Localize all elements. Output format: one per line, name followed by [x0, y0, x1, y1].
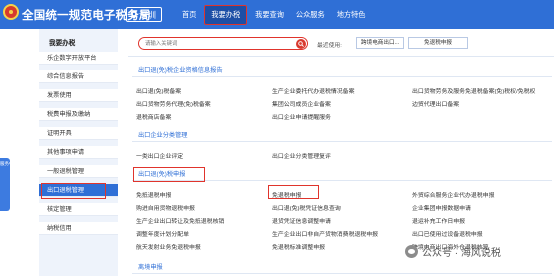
- section-declaration-highlight: [133, 167, 205, 182]
- sidebar-item-general-refund[interactable]: 一般退税管理: [39, 165, 118, 178]
- nav-local-features[interactable]: 地方特色: [331, 0, 372, 29]
- search-button[interactable]: [296, 39, 306, 49]
- section-title-departure: 离境申报: [132, 262, 552, 274]
- location-pin-icon: [131, 10, 137, 19]
- nav-query[interactable]: 我要查询: [249, 0, 290, 29]
- sidebar-item-export-refund[interactable]: 出口退税管理: [39, 183, 118, 199]
- link-group-record[interactable]: 集团公司成员企业备案: [272, 99, 331, 108]
- link-used-equipment[interactable]: 出口已使用过设备退税申报: [412, 229, 483, 238]
- link-return-workday[interactable]: 退运补充工作日申报: [412, 216, 465, 225]
- link-group-data[interactable]: 企业集团申报数据申请: [412, 203, 471, 212]
- link-shop-record[interactable]: 退税商店备案: [136, 112, 171, 121]
- recent-tag-cross-border[interactable]: 跨境电商出口...: [356, 37, 405, 49]
- nav-public-service[interactable]: 公众服务: [290, 0, 331, 29]
- link-reminder-service[interactable]: 出口企业申请提醒服务: [272, 112, 331, 121]
- sidebar-item-assessment[interactable]: 核定管理: [39, 203, 118, 216]
- watermark-text: 公众号 · 海风说税: [422, 248, 501, 259]
- link-voucher-query[interactable]: 出口退(免)税凭证信息查询: [272, 203, 341, 212]
- link-transfer-verify[interactable]: 生产企业出口转让及免抵退税核销: [136, 216, 224, 225]
- divider: [128, 56, 554, 57]
- link-annual-plan[interactable]: 调整年度计划分配单: [136, 229, 189, 238]
- link-aerospace[interactable]: 航天发射业务免退税申报: [136, 242, 201, 251]
- main-nav: 首页 我要办税 我要查询 公众服务 地方特色: [176, 0, 371, 29]
- service-center-label: 服务中心: [0, 161, 18, 166]
- sidebar-item-info-report[interactable]: 综合信息报告: [39, 70, 118, 83]
- city-selector[interactable]: 深圳: [126, 7, 163, 22]
- link-rate-adjust[interactable]: 免退税标准调整申报: [272, 242, 325, 251]
- top-header: 全国统一规范电子税务局 深圳 首页 我要办税 我要查询 公众服务 地方特色: [0, 0, 554, 29]
- sidebar-item-declaration[interactable]: 税费申报及缴纳: [39, 108, 118, 121]
- nav-home[interactable]: 首页: [176, 0, 202, 29]
- sidebar-title: 我要办税: [49, 40, 76, 47]
- tax-emblem-icon: [3, 4, 19, 20]
- search-box: [138, 37, 308, 50]
- link-agent-record[interactable]: 出口货物劳务代理(免)税备案: [136, 99, 211, 108]
- section-title-qualification: 出口退(免)税企业资格信息报告: [132, 65, 552, 77]
- city-name: 深圳: [139, 9, 157, 20]
- recent-label: 最近使用:: [317, 43, 342, 49]
- link-border-record[interactable]: 边贸代理出口备案: [412, 99, 459, 108]
- search-icon: [298, 41, 304, 47]
- exempt-refund-highlight: [268, 185, 319, 199]
- link-self-use[interactable]: 购进自用货物退税申报: [136, 203, 195, 212]
- wechat-icon: [405, 245, 418, 258]
- link-entrust-record[interactable]: 生产企业委托代办退税情况备案: [272, 86, 354, 95]
- link-return-voucher[interactable]: 退货凭证信息调整申请: [272, 216, 331, 225]
- sidebar-item-lq-platform[interactable]: 乐企数字开放平台: [39, 52, 118, 65]
- link-class-review[interactable]: 出口企业分类管理复评: [272, 151, 331, 160]
- link-consumption-tax[interactable]: 生产企业出口非自产货物消费税退税申报: [272, 229, 378, 238]
- link-trade-service[interactable]: 外贸综合服务企业代办退税申报: [412, 190, 494, 199]
- link-credit-refund[interactable]: 免抵退税申报: [136, 190, 171, 199]
- recent-tag-refund[interactable]: 免退税申报: [408, 37, 468, 49]
- link-exempt-record[interactable]: 出口货物劳务及服务免退税备案(免)税权/免税权: [412, 86, 535, 95]
- sidebar-item-credit[interactable]: 纳税信用: [39, 222, 118, 235]
- sidebar-item-other[interactable]: 其他事项申请: [39, 146, 118, 159]
- sidebar-item-invoice[interactable]: 发票使用: [39, 89, 118, 102]
- sidebar-item-certificate[interactable]: 证明开具: [39, 127, 118, 140]
- watermark: 公众号 · 海风说税: [405, 244, 501, 259]
- nav-tax-handling[interactable]: 我要办税: [204, 4, 248, 25]
- sidebar: 我要办税 乐企数字开放平台 综合信息报告 发票使用 税费申报及缴纳 证明开具 其…: [39, 29, 118, 276]
- search-input[interactable]: [145, 39, 285, 49]
- section-title-classification: 出口企业分类管理: [132, 130, 552, 142]
- link-refund-record[interactable]: 出口退(免)税备案: [136, 86, 181, 95]
- link-class-one[interactable]: 一类出口企业评定: [136, 151, 183, 160]
